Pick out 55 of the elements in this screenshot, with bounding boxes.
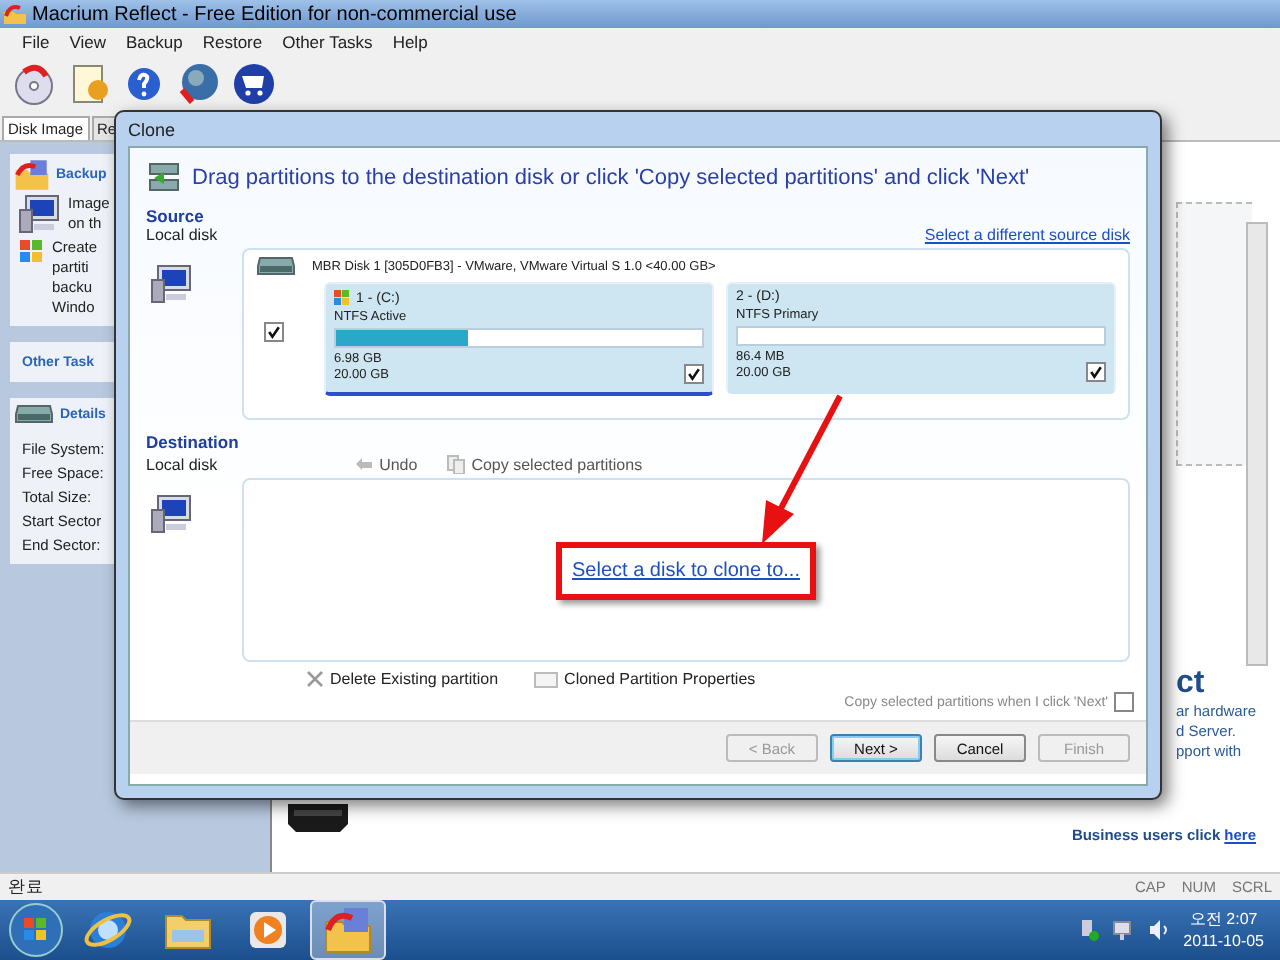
properties-icon xyxy=(534,671,559,687)
scrollbar[interactable] xyxy=(1246,222,1268,666)
dialog-title: Clone xyxy=(128,119,176,139)
clock-time[interactable]: 오전 2:07 xyxy=(1189,908,1258,930)
speaker-icon[interactable] xyxy=(1147,918,1172,942)
network-icon[interactable] xyxy=(1111,918,1136,942)
delete-partition-button[interactable]: Delete Existing partition xyxy=(306,670,499,688)
security-icon[interactable] xyxy=(1079,918,1100,942)
computer-icon xyxy=(18,194,62,234)
section-subheading: Local disk xyxy=(146,226,218,244)
undo-icon xyxy=(353,456,374,472)
drive-drawing xyxy=(288,804,348,832)
menu-item[interactable]: View xyxy=(69,32,106,52)
section-subheading: Local disk xyxy=(146,455,218,473)
folder-icon xyxy=(165,915,211,949)
document-gear-icon[interactable] xyxy=(68,62,112,106)
browser-icon xyxy=(84,912,132,948)
checkbox[interactable] xyxy=(264,322,284,342)
hard-drive-icon xyxy=(256,256,296,276)
section-heading: Source xyxy=(146,206,206,226)
taskbar-button[interactable] xyxy=(310,900,386,960)
menu-item[interactable]: File xyxy=(22,32,50,52)
delete-icon xyxy=(306,670,324,688)
start-button[interactable] xyxy=(6,900,66,960)
app-icon xyxy=(4,4,26,24)
menu-item[interactable]: Other Tasks xyxy=(282,32,373,52)
backup-app-icon xyxy=(325,908,371,953)
windows-logo-icon xyxy=(334,290,350,306)
computer-icon xyxy=(150,494,194,534)
clock-date[interactable]: 2011-10-05 xyxy=(1183,930,1264,952)
backup-icon xyxy=(14,160,50,190)
windows-logo-icon xyxy=(18,238,46,266)
menu-item[interactable]: Help xyxy=(392,32,428,52)
checkbox[interactable] xyxy=(684,364,704,384)
section-heading: Destination xyxy=(146,432,241,452)
cart-icon[interactable] xyxy=(232,62,276,106)
computer-icon xyxy=(150,264,194,304)
globe-icon[interactable] xyxy=(176,62,220,106)
drives-icon xyxy=(146,160,182,196)
menu-item[interactable]: Backup xyxy=(125,32,183,52)
copy-icon xyxy=(445,454,466,474)
drive-icon xyxy=(14,404,54,424)
panel-heading: ct xyxy=(1176,666,1205,702)
instruction-text: Drag partitions to the destination disk or click 'Copy selected partitions' and click 'Next' xyxy=(192,166,1030,190)
disc-icon[interactable] xyxy=(12,62,56,106)
partition-properties-button[interactable]: Cloned Partition Properties xyxy=(534,670,756,688)
checkbox[interactable] xyxy=(1114,692,1134,712)
help-icon[interactable] xyxy=(124,64,164,104)
menu-item[interactable]: Restore xyxy=(202,32,263,52)
window-title: Macrium Reflect - Free Edition for non-commercial use xyxy=(32,3,517,25)
status-text: 완료 xyxy=(8,875,44,899)
source-disk-link[interactable]: Select a different source disk xyxy=(924,226,1130,244)
checkbox[interactable] xyxy=(1086,362,1106,382)
media-player-icon xyxy=(250,912,286,948)
select-disk-link[interactable]: Select a disk to clone to... xyxy=(572,559,800,581)
